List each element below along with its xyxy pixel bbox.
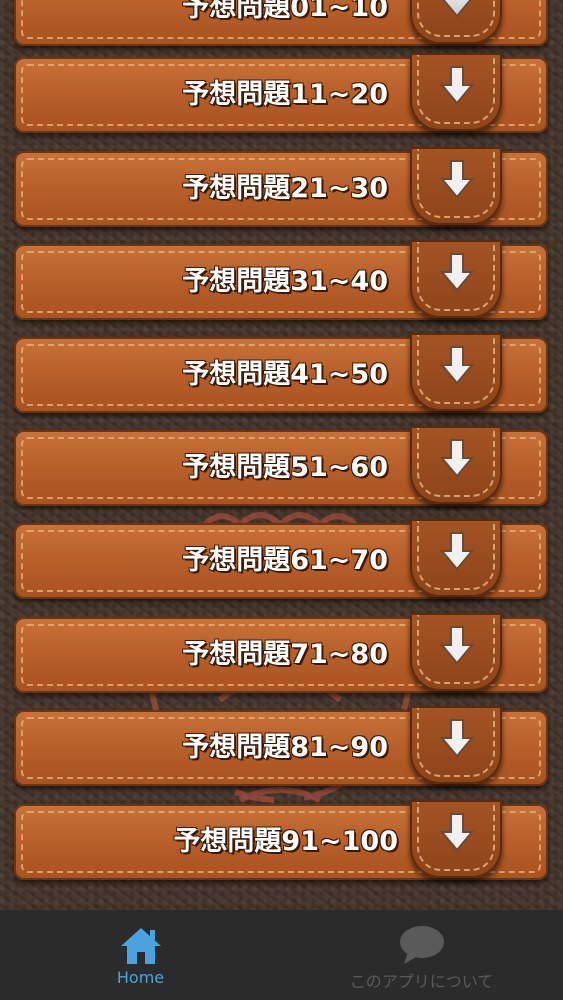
question-set-item[interactable]: 予想問題71~80 xyxy=(14,613,548,693)
question-set-item[interactable]: 予想問題01~10 xyxy=(14,0,548,46)
nav-about[interactable]: このアプリについて xyxy=(281,910,562,1000)
question-set-label: 予想問題51~60 xyxy=(182,452,388,483)
download-tab[interactable] xyxy=(410,0,502,44)
question-set-label: 予想問題81~90 xyxy=(182,732,388,763)
down-arrow-icon xyxy=(440,253,474,292)
download-tab[interactable] xyxy=(410,240,502,318)
download-tab[interactable] xyxy=(410,706,502,784)
down-arrow-icon xyxy=(440,66,474,105)
question-set-item[interactable]: 予想問題21~30 xyxy=(14,147,548,227)
question-set-label: 予想問題31~40 xyxy=(182,266,388,297)
question-set-item[interactable]: 予想問題91~100 xyxy=(14,800,548,880)
download-tab[interactable] xyxy=(410,519,502,597)
nav-home[interactable]: Home xyxy=(0,910,281,1000)
down-arrow-icon xyxy=(440,626,474,665)
question-set-label: 予想問題01~10 xyxy=(182,0,388,23)
down-arrow-icon xyxy=(440,719,474,758)
download-tab[interactable] xyxy=(410,426,502,504)
bottom-navigation: Home このアプリについて xyxy=(0,910,563,1000)
speech-bubble-icon xyxy=(399,926,444,964)
question-set-item[interactable]: 予想問題81~90 xyxy=(14,706,548,786)
down-arrow-icon xyxy=(442,0,472,18)
question-set-item[interactable]: 予想問題51~60 xyxy=(14,426,548,506)
nav-home-label: Home xyxy=(116,968,165,987)
down-arrow-icon xyxy=(440,532,474,571)
question-set-item[interactable]: 予想問題41~50 xyxy=(14,333,548,413)
question-set-label: 予想問題61~70 xyxy=(182,545,388,576)
question-set-item[interactable]: 予想問題61~70 xyxy=(14,519,548,599)
question-set-item[interactable]: 予想問題11~20 xyxy=(14,53,548,133)
down-arrow-icon xyxy=(440,813,474,852)
question-set-item[interactable]: 予想問題31~40 xyxy=(14,240,548,320)
down-arrow-icon xyxy=(440,160,474,199)
download-tab[interactable] xyxy=(410,53,502,131)
question-set-label: 予想問題71~80 xyxy=(182,639,388,670)
download-tab[interactable] xyxy=(410,613,502,691)
download-tab[interactable] xyxy=(410,800,502,878)
question-set-label: 予想問題11~20 xyxy=(182,79,388,110)
question-set-label: 予想問題41~50 xyxy=(182,359,388,390)
download-tab[interactable] xyxy=(410,333,502,411)
down-arrow-icon xyxy=(440,439,474,478)
down-arrow-icon xyxy=(440,346,474,385)
nav-about-label: このアプリについて xyxy=(349,972,494,991)
question-set-label: 予想問題91~100 xyxy=(173,826,398,857)
home-icon xyxy=(120,928,161,964)
question-set-label: 予想問題21~30 xyxy=(182,173,388,204)
download-tab[interactable] xyxy=(410,147,502,225)
